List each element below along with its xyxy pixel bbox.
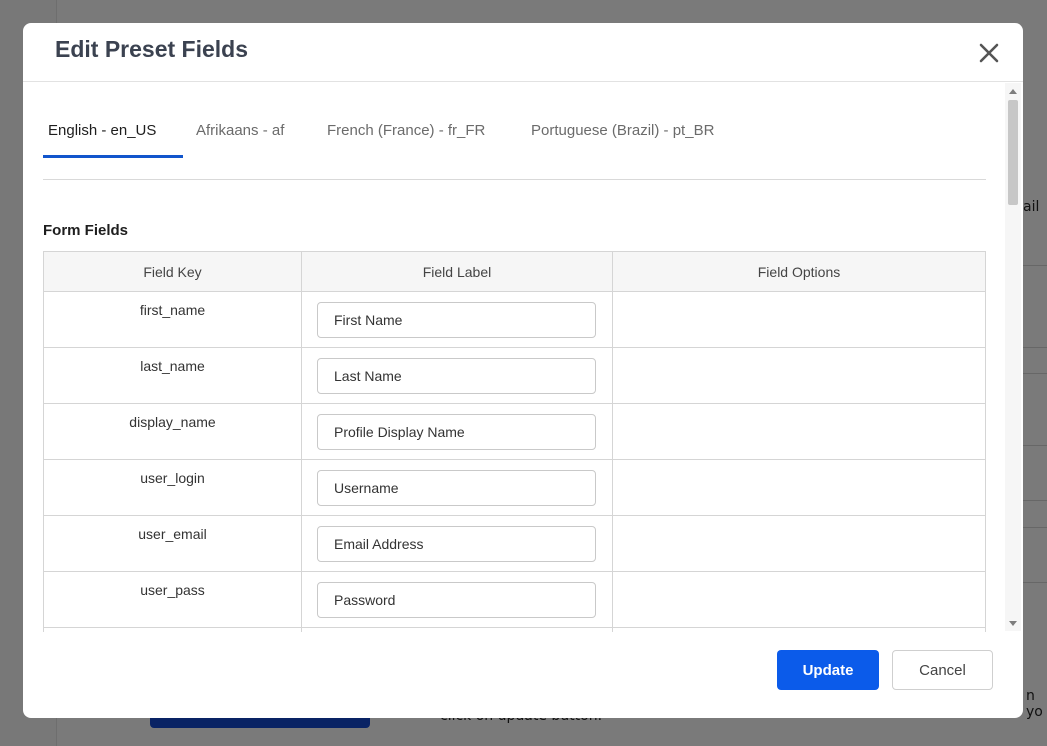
table-row: last_name	[43, 347, 987, 404]
field-key: last_name	[43, 347, 302, 404]
modal-footer: Update Cancel	[23, 632, 1023, 718]
field-key: first_name	[43, 291, 302, 348]
tab-af[interactable]: Afrikaans - af	[196, 122, 284, 139]
column-header-field-label: Field Label	[301, 251, 613, 292]
form-fields-table: Field Key Field Label Field Options firs…	[43, 251, 987, 632]
field-label-input[interactable]	[317, 582, 596, 618]
field-options-cell	[611, 515, 987, 572]
field-label-input[interactable]	[317, 302, 596, 338]
modal-header: Edit Preset Fields	[23, 23, 1023, 82]
scroll-down-icon[interactable]	[1009, 621, 1017, 626]
tab-fr-fr[interactable]: French (France) - fr_FR	[327, 122, 485, 139]
modal-title: Edit Preset Fields	[55, 36, 249, 62]
field-key: user_login	[43, 459, 302, 516]
column-header-field-options: Field Options	[611, 251, 987, 292]
modal-scrollbar[interactable]	[1005, 83, 1021, 631]
field-label-input[interactable]	[317, 358, 596, 394]
field-key: user_pass	[43, 571, 302, 628]
table-row: user_email	[43, 515, 987, 572]
field-options-cell	[611, 459, 987, 516]
modal-body: English - en_US Afrikaans - af French (F…	[23, 82, 1023, 632]
table-header-row: Field Key Field Label Field Options	[43, 251, 987, 292]
section-title: Form Fields	[43, 222, 129, 239]
column-header-field-key: Field Key	[43, 251, 302, 292]
field-label-input[interactable]	[317, 414, 596, 450]
close-icon	[979, 43, 999, 63]
active-tab-indicator	[43, 155, 183, 158]
field-options-cell	[611, 347, 987, 404]
language-tabs: English - en_US Afrikaans - af French (F…	[43, 82, 986, 180]
field-key: user_email	[43, 515, 302, 572]
edit-preset-fields-modal: Edit Preset Fields English - en_US Afrik…	[23, 23, 1023, 718]
update-button[interactable]: Update	[777, 650, 879, 690]
field-label-input[interactable]	[317, 526, 596, 562]
field-options-cell	[611, 571, 987, 628]
scroll-up-icon[interactable]	[1009, 89, 1017, 94]
table-row: display_name	[43, 403, 987, 460]
tab-en-us[interactable]: English - en_US	[48, 122, 156, 139]
table-row: user_pass	[43, 571, 987, 628]
scrollbar-thumb[interactable]	[1008, 100, 1018, 205]
table-row: first_name	[43, 291, 987, 348]
table-row: user_login	[43, 459, 987, 516]
close-button[interactable]	[977, 41, 1001, 65]
field-options-cell	[611, 291, 987, 348]
tab-pt-br[interactable]: Portuguese (Brazil) - pt_BR	[531, 122, 714, 139]
field-label-input[interactable]	[317, 470, 596, 506]
cancel-button[interactable]: Cancel	[892, 650, 993, 690]
field-key: display_name	[43, 403, 302, 460]
field-options-cell	[611, 403, 987, 460]
